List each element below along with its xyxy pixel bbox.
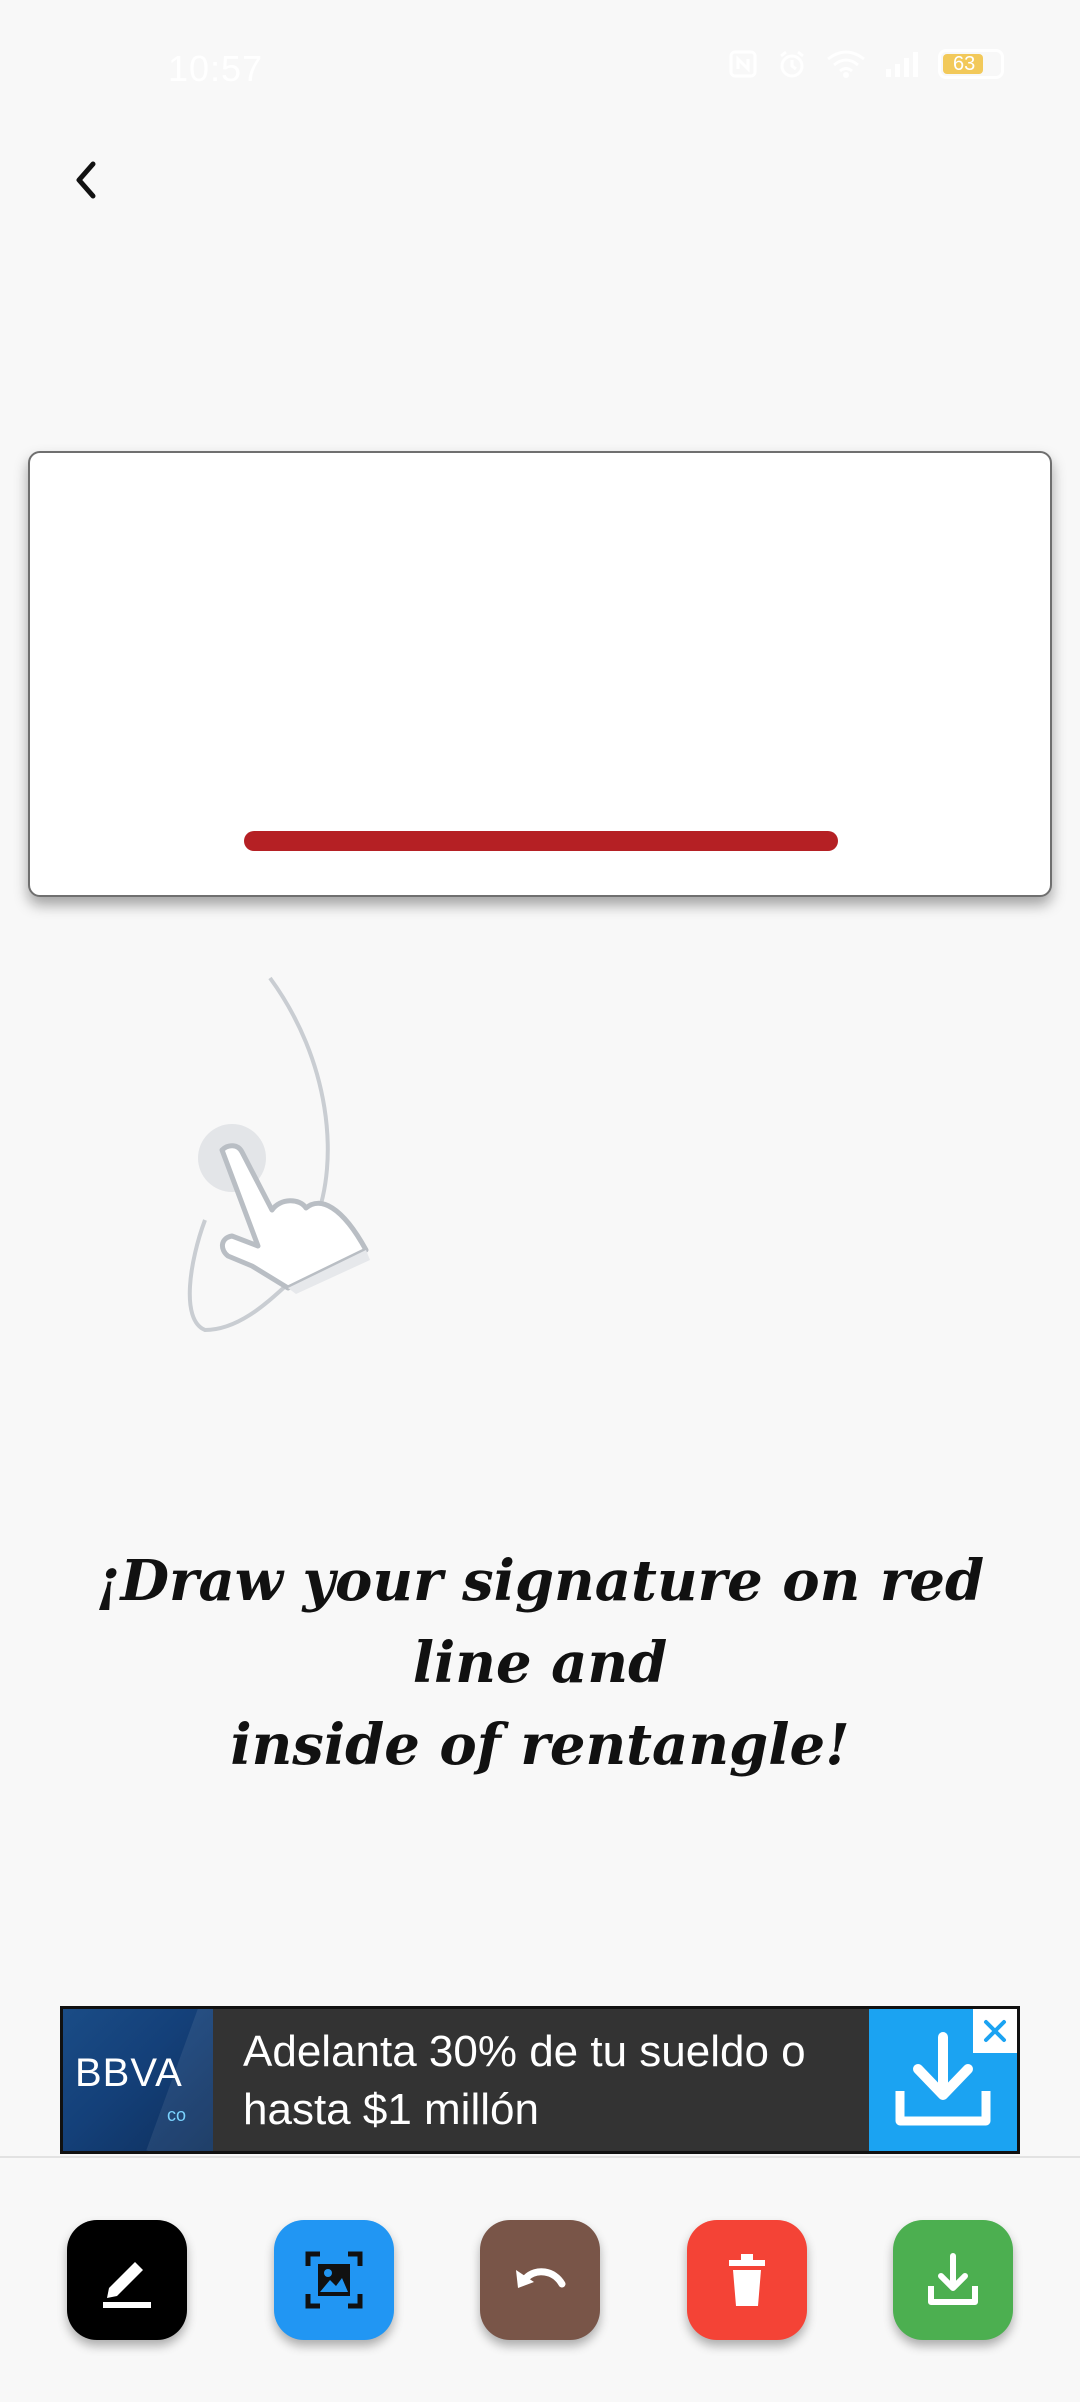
back-button[interactable] bbox=[56, 150, 116, 210]
signature-canvas[interactable] bbox=[28, 451, 1052, 897]
hand-gesture-illustration bbox=[187, 976, 370, 1333]
nfc-icon bbox=[729, 50, 757, 78]
instruction-line-1: ¡Draw your signature on red line and bbox=[95, 1548, 985, 1696]
status-icons: 63 bbox=[728, 48, 1004, 80]
bbva-logo: BBVA co bbox=[63, 2009, 213, 2151]
delete-button[interactable] bbox=[687, 2220, 807, 2340]
chevron-left-icon bbox=[76, 161, 96, 199]
instruction-text: ¡Draw your signature on red line and ins… bbox=[40, 1540, 1040, 1786]
signature-guide-line bbox=[244, 831, 838, 851]
ad-text: Adelanta 30% de tu sueldo o hasta $1 mil… bbox=[243, 2027, 806, 2134]
close-icon bbox=[984, 2020, 1006, 2042]
battery-icon: 63 bbox=[938, 49, 1004, 79]
undo-button[interactable] bbox=[480, 2220, 600, 2340]
ad-close-button[interactable] bbox=[973, 2009, 1017, 2053]
signal-icon bbox=[886, 52, 918, 77]
status-bar: 10:57 63 bbox=[0, 0, 1080, 140]
pen-button[interactable] bbox=[67, 2220, 187, 2340]
bbva-logo-text: BBVA bbox=[75, 2051, 183, 2095]
alarm-icon bbox=[780, 50, 804, 78]
status-time: 10:57 bbox=[168, 48, 264, 89]
trash-icon bbox=[729, 2254, 765, 2306]
undo-icon bbox=[516, 2268, 566, 2288]
bbva-logo-sub: co bbox=[167, 2105, 187, 2125]
wifi-icon bbox=[827, 50, 865, 78]
bottom-toolbar bbox=[0, 2156, 1080, 2402]
battery-level: 63 bbox=[953, 53, 976, 75]
save-download-icon bbox=[928, 2253, 978, 2305]
image-select-button[interactable] bbox=[274, 2220, 394, 2340]
instruction-line-2: inside of rentangle! bbox=[230, 1712, 850, 1778]
ad-banner[interactable]: BBVA co Adelanta 30% de tu sueldo o hast… bbox=[60, 2006, 1020, 2154]
image-select-icon bbox=[305, 2251, 363, 2309]
pen-icon bbox=[103, 2262, 151, 2308]
save-button[interactable] bbox=[893, 2220, 1013, 2340]
